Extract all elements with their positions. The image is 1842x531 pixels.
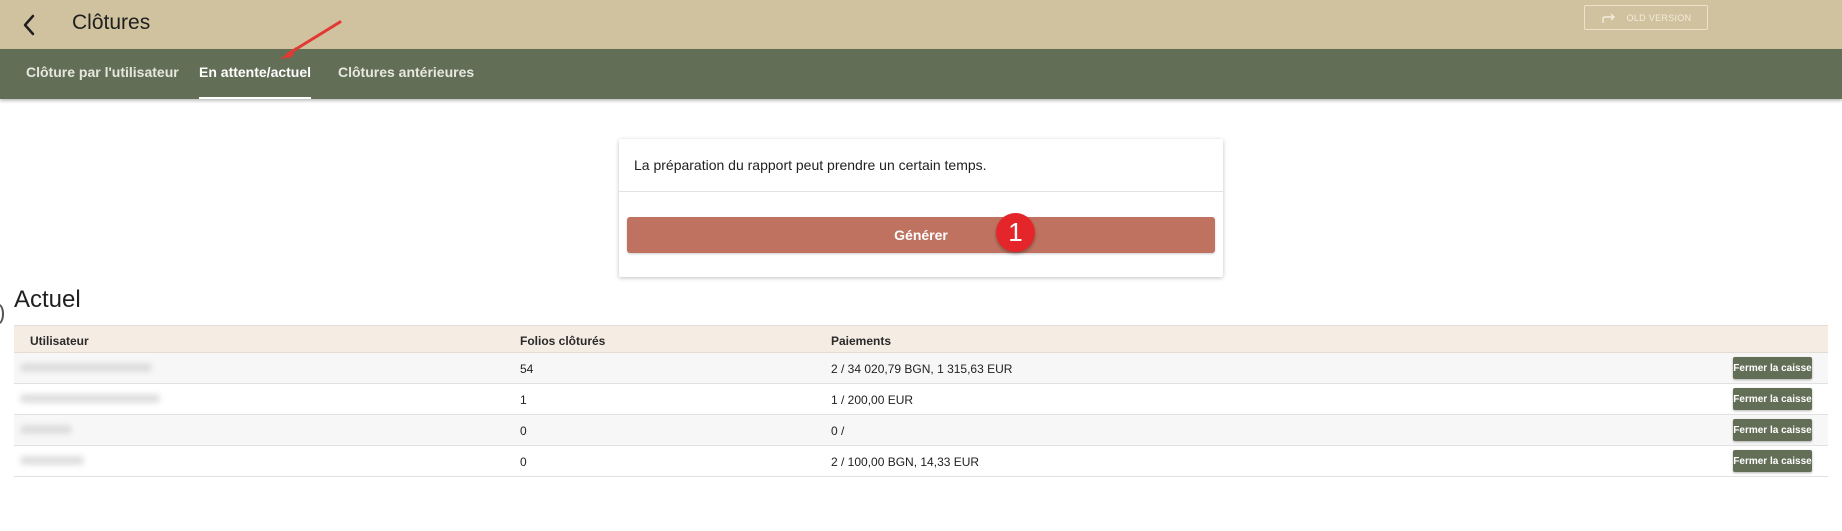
folios-cell: 54 — [520, 362, 534, 376]
current-table: Utilisateur Folios clôturés Paiements 54… — [14, 325, 1828, 477]
folios-cell: 0 — [520, 455, 527, 469]
table-body: 54 2 / 34 020,79 BGN, 1 315,63 EUR Ferme… — [14, 353, 1828, 477]
old-version-button[interactable]: OLD VERSION — [1584, 5, 1708, 30]
card-divider — [619, 191, 1223, 192]
payments-cell: 0 / — [831, 424, 845, 438]
user-cell-redacted — [20, 357, 260, 381]
user-cell-redacted — [20, 419, 260, 443]
column-header-payments: Paiements — [831, 334, 892, 348]
table-header: Utilisateur Folios clôturés Paiements — [14, 325, 1828, 353]
edge-handle — [0, 304, 4, 324]
page-title: Clôtures — [72, 11, 151, 34]
close-register-button[interactable]: Fermer la caisse — [1733, 357, 1812, 379]
close-register-button[interactable]: Fermer la caisse — [1733, 450, 1812, 472]
folios-cell: 1 — [520, 393, 527, 407]
table-row: 54 2 / 34 020,79 BGN, 1 315,63 EUR Ferme… — [14, 353, 1828, 384]
table-row: 0 2 / 100,00 BGN, 14,33 EUR Fermer la ca… — [14, 446, 1828, 477]
folios-cell: 0 — [520, 424, 527, 438]
tab-previous-closures[interactable]: Clôtures antérieures — [338, 49, 474, 99]
tab-pending-current[interactable]: En attente/actuel — [199, 49, 312, 99]
back-button[interactable] — [14, 10, 44, 40]
column-header-folios: Folios clôturés — [520, 334, 606, 348]
column-header-user: Utilisateur — [30, 334, 89, 348]
tab-bar: Clôture par l'utilisateur En attente/act… — [0, 49, 1842, 99]
payments-cell: 2 / 34 020,79 BGN, 1 315,63 EUR — [831, 362, 1013, 376]
generate-button[interactable]: Générer — [627, 217, 1215, 253]
redirect-arrow-icon — [1601, 13, 1615, 23]
table-row: 1 1 / 200,00 EUR Fermer la caisse — [14, 384, 1828, 415]
close-register-button[interactable]: Fermer la caisse — [1733, 388, 1812, 410]
report-message: La préparation du rapport peut prendre u… — [634, 157, 987, 173]
report-card: La préparation du rapport peut prendre u… — [619, 139, 1223, 277]
section-title: Actuel — [14, 286, 81, 313]
top-bar: Clôtures OLD VERSION — [0, 0, 1842, 49]
old-version-label: OLD VERSION — [1626, 12, 1692, 23]
payments-cell: 1 / 200,00 EUR — [831, 393, 914, 407]
tab-closure-by-user[interactable]: Clôture par l'utilisateur — [26, 49, 179, 99]
table-row: 0 0 / Fermer la caisse — [14, 415, 1828, 446]
user-cell-redacted — [20, 450, 260, 474]
chevron-left-icon — [23, 14, 35, 36]
close-register-button[interactable]: Fermer la caisse — [1733, 419, 1812, 441]
user-cell-redacted — [20, 388, 260, 412]
payments-cell: 2 / 100,00 BGN, 14,33 EUR — [831, 455, 980, 469]
